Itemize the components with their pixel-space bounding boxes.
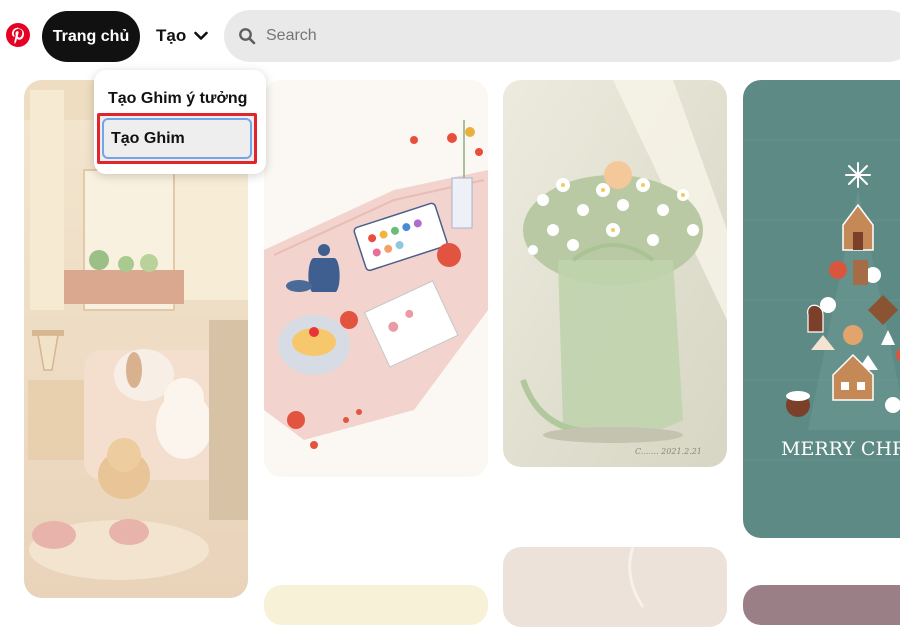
- pin-cream-partial: [264, 585, 488, 625]
- christmas-tree-card: MERRY CHRISTMAS: [743, 80, 900, 538]
- home-button[interactable]: Trang chủ: [42, 11, 140, 62]
- home-button-label: Trang chủ: [52, 27, 130, 45]
- christmas-card-caption: MERRY CHRISTMAS: [781, 438, 900, 460]
- pin-card[interactable]: MERRY CHRISTMAS: [743, 80, 900, 538]
- pin-card[interactable]: [264, 585, 488, 625]
- menu-item-create-idea-pin[interactable]: Tạo Ghim ý tưởng: [108, 90, 247, 108]
- pin-card[interactable]: [503, 547, 727, 627]
- create-menu-button[interactable]: Tạo: [148, 14, 216, 58]
- menu-item-create-pin-highlight: Tạo Ghim: [97, 113, 257, 164]
- pin-mauve-partial: [743, 585, 900, 625]
- tea-picnic-illustration: [264, 80, 488, 477]
- menu-item-create-pin-label: Tạo Ghim: [111, 129, 185, 147]
- create-button-label: Tạo: [156, 26, 187, 45]
- pin-beige-partial: [503, 547, 727, 627]
- daisy-bag-illustration: C....... 2021.2.21: [503, 80, 727, 467]
- pin-card[interactable]: [743, 585, 900, 625]
- top-nav: Trang chủ Tạo: [0, 0, 900, 72]
- pin-card[interactable]: [264, 80, 488, 477]
- search-bar[interactable]: [224, 10, 900, 62]
- chevron-down-icon: [194, 31, 209, 40]
- search-input[interactable]: [264, 26, 868, 46]
- pinterest-logo[interactable]: [6, 23, 30, 47]
- menu-item-create-pin[interactable]: Tạo Ghim: [102, 118, 252, 159]
- search-icon: [239, 28, 256, 45]
- create-dropdown-menu: Tạo Ghim ý tưởng Tạo Ghim: [94, 70, 266, 174]
- artist-signature: C....... 2021.2.21: [635, 447, 702, 456]
- pin-card[interactable]: C....... 2021.2.21: [503, 80, 727, 467]
